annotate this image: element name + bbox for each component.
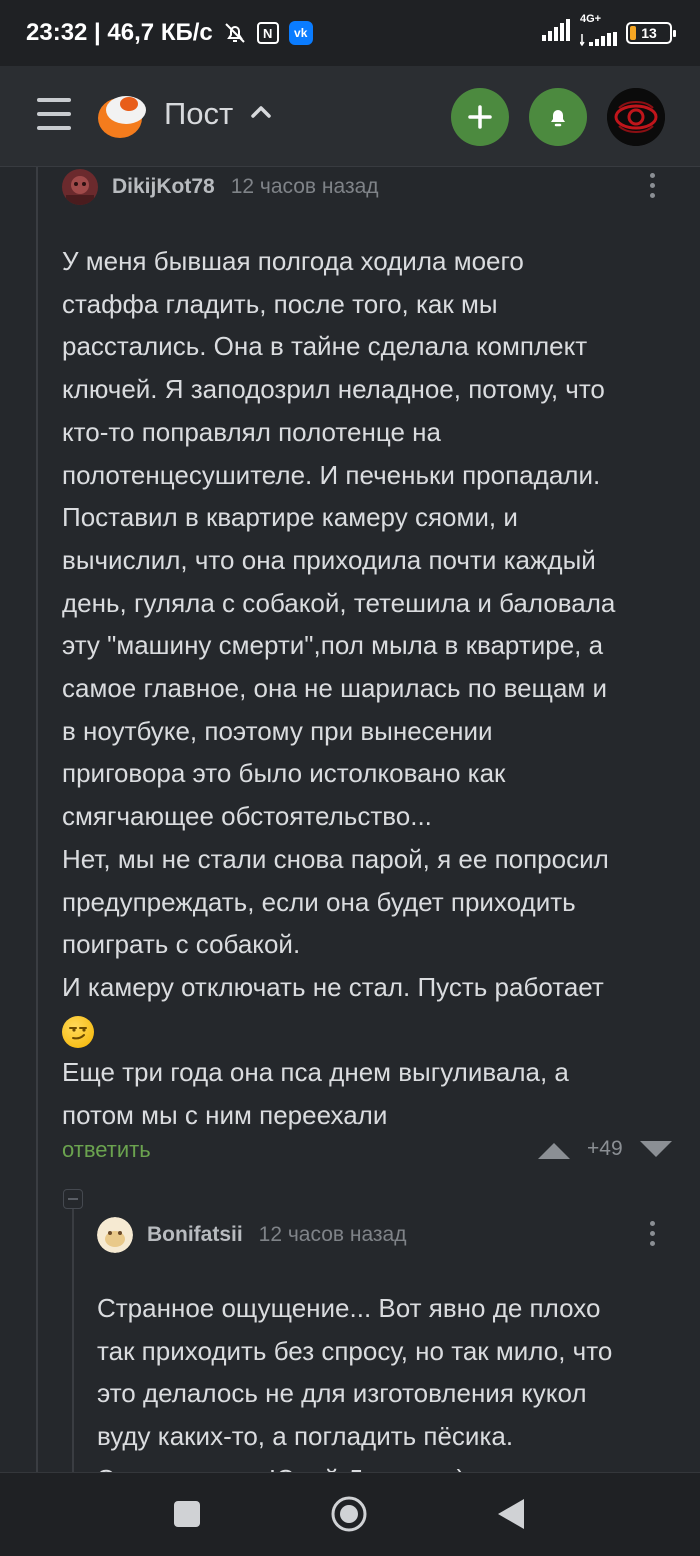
collapse-thread-button[interactable] [63, 1189, 83, 1209]
smirk-emoji-icon [62, 1015, 94, 1048]
signal-icon-2 [579, 25, 620, 53]
signal-icon [542, 18, 574, 48]
comment-line: Еще три года она пса днем выгуливала, а [62, 1057, 569, 1088]
user-avatar[interactable] [607, 88, 665, 146]
vk-icon: vk [288, 21, 313, 45]
comment-author[interactable]: Bonifatsii [147, 1223, 243, 1247]
comment-line: вычислил, что она приходила почти каждый [62, 544, 596, 575]
comment-line: приговора это было истолковано как [62, 758, 506, 789]
comment-line: полотенцесушителе. И печеньки пропадали. [62, 459, 601, 490]
comment-line: это делалось не для изготовления кукол [97, 1378, 587, 1409]
system-nav-bar [0, 1472, 700, 1556]
upvote-icon[interactable] [538, 1141, 570, 1164]
comment: DikijKot78 12 часов назад У меня бывшая … [62, 167, 682, 1137]
comment-line: в ноутбуке, поэтому при вынесении [62, 715, 493, 746]
status-bar: 23:32 | 46,7 КБ/с N vk 4G+ 13 [0, 0, 700, 66]
comment-line: расстались. Она в тайне сделала комплект [62, 331, 588, 362]
thread-line[interactable] [36, 167, 38, 1472]
mute-bell-icon [223, 21, 247, 45]
downvote-icon[interactable] [640, 1141, 672, 1164]
comment-line: У меня бывшая полгода ходила моего [62, 246, 524, 276]
comment-line: ключей. Я заподозрил неладное, потому, ч… [62, 374, 605, 405]
chevron-up-icon[interactable] [250, 104, 272, 125]
comment-body: У меня бывшая полгода ходила моего стафф… [62, 240, 682, 1137]
nested-thread-line[interactable] [72, 1209, 74, 1472]
comment-body: Странное ощущение... Вот явно де плохо т… [97, 1287, 682, 1472]
comment-line: день, гуляла с собакой, тетешила и балов… [62, 587, 616, 618]
comment-line: вуду каких-то, а погладить пёсика. [97, 1421, 514, 1452]
status-time-speed: 23:32 | 46,7 КБ/с [26, 19, 213, 46]
add-post-button[interactable] [451, 88, 509, 146]
bell-icon [551, 110, 565, 127]
comment-time[interactable]: 12 часов назад [231, 175, 379, 199]
comment-line: стаффа гладить, после того, как мы [62, 288, 498, 319]
comment-line: И камеру отключать не стал. Пусть работа… [62, 971, 604, 1002]
comment-author[interactable]: DikijKot78 [112, 175, 215, 199]
reply-button[interactable]: ответить [62, 1137, 151, 1163]
notifications-button[interactable] [529, 88, 587, 146]
nfc-icon: N [256, 22, 279, 44]
comment-line: Это почти как Юрий Деточкин) [97, 1458, 682, 1472]
comment-line: предупреждать, если она будет приходить [62, 886, 576, 917]
comment-line: кто-то поправлял полотенце на [62, 416, 441, 447]
more-options-icon[interactable] [650, 173, 656, 198]
back-button[interactable] [498, 1499, 524, 1534]
comment-line: потом мы с ним переехали [62, 1100, 388, 1131]
comment-actions: ответить +49 [62, 1135, 677, 1171]
comment-line: так приходить без спросу, но так мило, ч… [97, 1335, 613, 1366]
comment-line: Странное ощущение... Вот явно де плохо [97, 1293, 601, 1323]
comment: Bonifatsii 12 часов назад Странное ощуще… [97, 1215, 682, 1472]
comment-line: эту "машину смерти",пол мыла в квартире,… [62, 630, 604, 661]
network-type: 4G+ [580, 12, 602, 25]
comment-emoji-line [62, 1009, 682, 1052]
comment-line: Поставил в квартире камеру сяоми, и [62, 502, 518, 533]
more-options-icon[interactable] [650, 1221, 656, 1246]
avatar[interactable] [97, 1217, 133, 1253]
recent-apps-button[interactable] [174, 1501, 200, 1532]
comment-line: поиграть с собакой. [62, 929, 301, 960]
comment-line: самое главное, она не шарилась по вещам … [62, 673, 608, 704]
battery-level: 13 [641, 25, 657, 41]
comments-area: DikijKot78 12 часов назад У меня бывшая … [0, 167, 700, 1472]
pikabu-logo[interactable] [96, 90, 148, 140]
comment-line: смягчающее обстоятельство... [62, 801, 432, 832]
comment-time[interactable]: 12 часов назад [259, 1223, 407, 1247]
comment-score: +49 [587, 1137, 623, 1160]
plus-icon [468, 105, 492, 129]
avatar[interactable] [62, 169, 98, 205]
comment-line: Нет, мы не стали снова парой, я ее попро… [62, 843, 609, 874]
battery-icon: 13 [626, 22, 676, 44]
home-button[interactable] [331, 1496, 367, 1537]
app-header: Пост [0, 66, 700, 167]
menu-icon[interactable] [37, 98, 71, 132]
page-title[interactable]: Пост [164, 96, 233, 132]
